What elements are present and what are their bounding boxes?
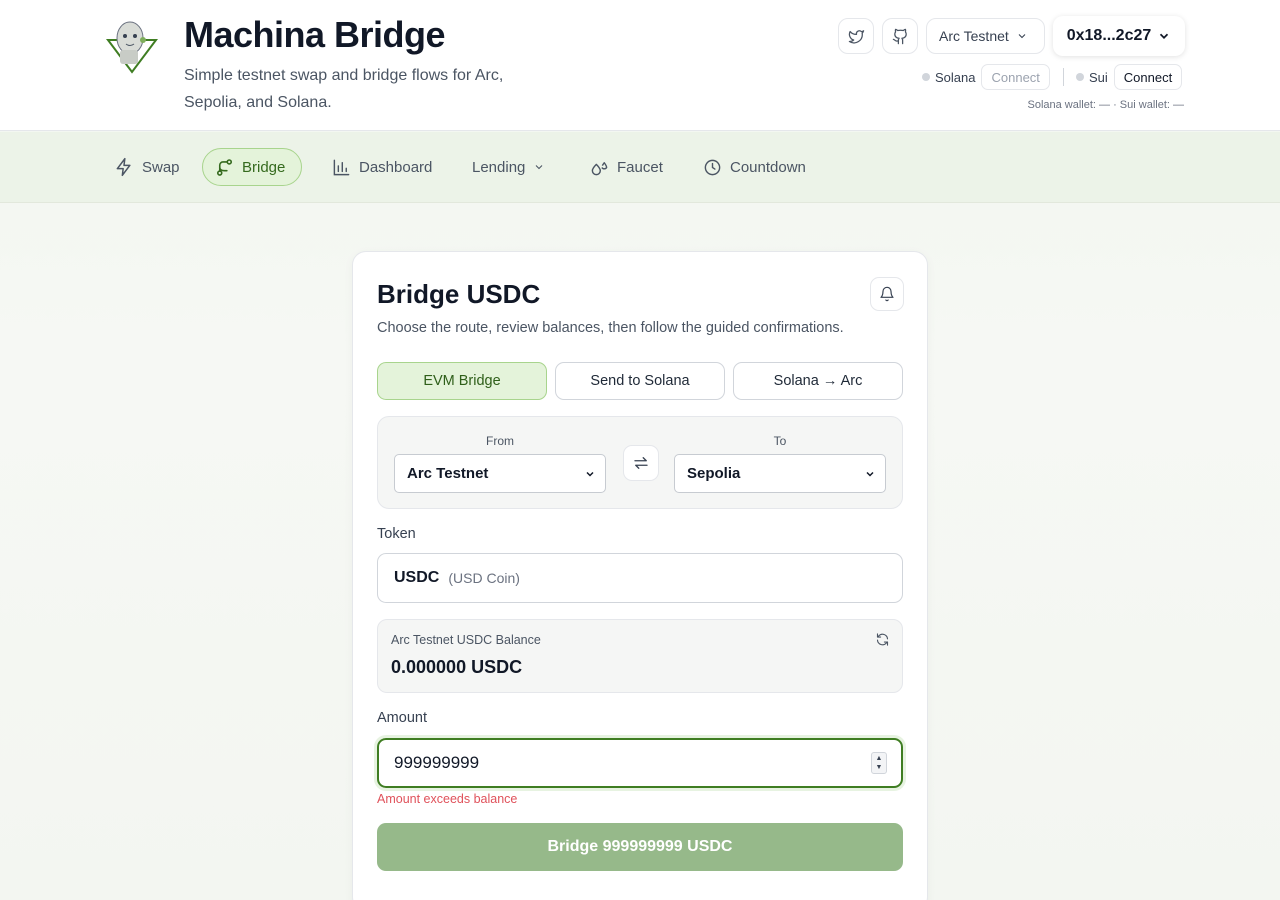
chevron-down-icon [536, 165, 543, 170]
wallet-address: 0x18...2c27 [1066, 27, 1152, 44]
amount-label: Amount [377, 710, 427, 726]
app-subtitle: Simple testnet swap and bridge flows for… [184, 67, 504, 111]
robot-logo [100, 14, 164, 78]
nav-item-faucet[interactable]: Faucet [578, 148, 679, 186]
sui-status: Sui Connect [1076, 64, 1183, 90]
amount-input[interactable] [394, 753, 834, 773]
nav-item-lending[interactable]: Lending [460, 148, 561, 186]
network-select-label: Arc Testnet [939, 28, 1009, 44]
wallet-status-text: Solana wallet: — · Sui wallet: — [1027, 99, 1184, 111]
balance-label: Arc Testnet USDC Balance [391, 633, 541, 647]
chevron-down-icon [1018, 34, 1026, 39]
clock-icon [704, 159, 721, 175]
nav-item-label: Bridge [242, 158, 286, 176]
card-subtitle: Choose the route, review balances, then … [377, 320, 844, 336]
app-title: Machina Bridge [184, 14, 446, 55]
divider [1063, 68, 1064, 86]
solana-status: Solana Connect [922, 64, 1050, 90]
nav-item-label: Lending [472, 158, 526, 176]
nav-item-dashboard[interactable]: Dashboard [320, 148, 448, 186]
branch-icon [216, 158, 233, 176]
network-select[interactable]: Arc Testnet [926, 18, 1045, 54]
token-field[interactable]: USDC (USD Coin) [377, 553, 903, 603]
bridge-card: Bridge USDC Choose the route, review bal… [352, 251, 928, 900]
solana-status-dot [922, 73, 930, 81]
refresh-icon[interactable] [875, 632, 890, 647]
amount-error: Amount exceeds balance [377, 792, 518, 806]
nav-item-swap[interactable]: Swap [102, 148, 196, 186]
sui-label: Sui [1089, 69, 1108, 85]
notifications-button[interactable] [870, 277, 904, 311]
balance-panel: Arc Testnet USDC Balance 0.000000 USDC [377, 619, 903, 693]
swap-arrows-icon [634, 457, 648, 469]
route-selector: From Arc Testnet To Sepolia [377, 416, 903, 509]
from-chain-value: Arc Testnet [407, 465, 489, 482]
from-chain-select[interactable]: Arc Testnet [394, 454, 606, 493]
amount-field: ▲▼ [377, 738, 903, 788]
amount-stepper[interactable]: ▲ ▼ [871, 752, 887, 774]
balance-value: 0.000000 USDC [391, 657, 523, 677]
nav-item-label: Swap [142, 158, 180, 176]
send-to-solana-tab[interactable]: Send to Solana [555, 362, 725, 400]
bar-chart-icon [333, 159, 350, 175]
to-label: To [773, 434, 787, 448]
solana-to-arc-tab[interactable]: Solana → Arc [733, 362, 903, 400]
to-chain-select[interactable]: Sepolia [674, 454, 886, 493]
twitter-button[interactable] [838, 18, 874, 54]
token-symbol: USDC [394, 569, 440, 586]
nav-item-label: Faucet [617, 158, 663, 176]
chevron-down-icon [1160, 33, 1169, 39]
github-icon [892, 28, 907, 44]
swap-direction-button[interactable] [623, 445, 659, 481]
token-label: Token [377, 526, 416, 542]
card-title: Bridge USDC [377, 279, 541, 309]
chevron-down-icon [586, 471, 594, 477]
nav-item-bridge[interactable]: Bridge [202, 148, 303, 186]
wallet-button[interactable]: 0x18...2c27 [1053, 16, 1185, 56]
bell-icon [880, 286, 894, 302]
sui-status-dot [1076, 73, 1084, 81]
github-button[interactable] [882, 18, 918, 54]
solana-label: Solana [935, 69, 976, 85]
nav-item-label: Dashboard [359, 158, 433, 176]
evm-bridge-tab[interactable]: EVM Bridge [377, 362, 547, 400]
nav-item-label: Countdown [730, 158, 806, 176]
chevron-down-icon [866, 471, 874, 477]
solana-connect-button[interactable]: Connect [981, 64, 1050, 90]
to-chain-value: Sepolia [687, 465, 741, 482]
sui-connect-button[interactable]: Connect [1113, 64, 1183, 90]
token-name: (USD Coin) [448, 570, 520, 586]
lightning-icon [116, 157, 131, 177]
droplets-icon [591, 161, 608, 175]
from-label: From [486, 434, 514, 448]
bridge-submit-button[interactable]: Bridge 999999999 USDC [377, 823, 903, 871]
nav-item-countdown[interactable]: Countdown [691, 148, 822, 186]
twitter-icon [848, 29, 864, 44]
main-nav: Swap Bridge Dashboard Lending Faucet Cou… [0, 132, 1280, 203]
app-header: Machina Bridge Simple testnet swap and b… [0, 0, 1280, 131]
